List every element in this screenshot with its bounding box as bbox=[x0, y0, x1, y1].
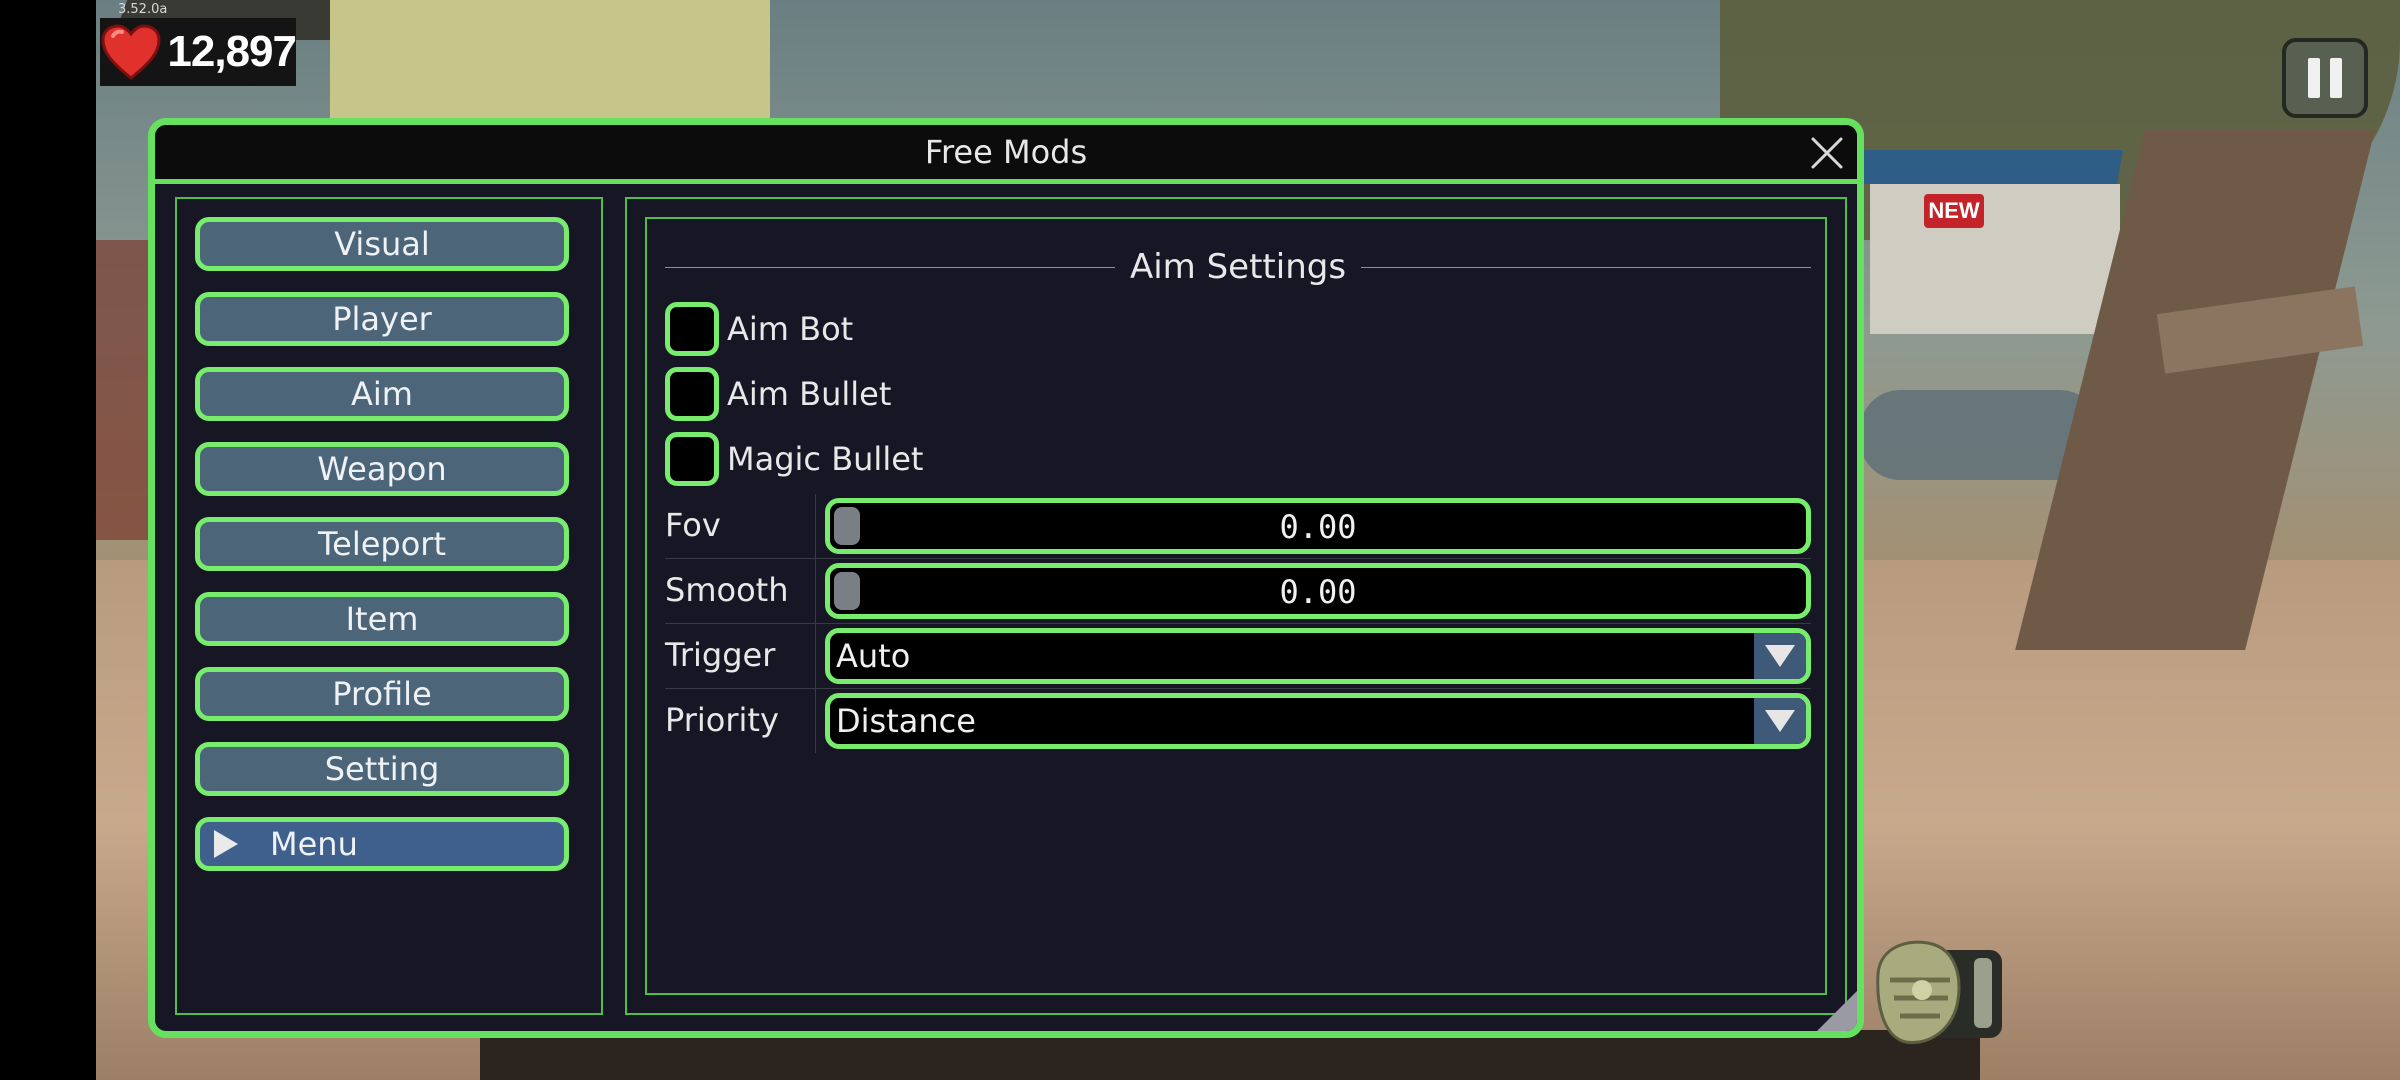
category-nav-panel: Visual Player Aim Weapon Teleport Item P… bbox=[175, 197, 603, 1015]
screen-edge-bar bbox=[0, 0, 96, 1080]
nav-button-visual[interactable]: Visual bbox=[195, 217, 569, 271]
nav-button-aim[interactable]: Aim bbox=[195, 367, 569, 421]
scene-tent bbox=[1857, 150, 2123, 184]
magic-bullet-checkbox[interactable] bbox=[665, 432, 719, 486]
priority-value: Distance bbox=[836, 702, 976, 740]
nav-button-menu[interactable]: Menu bbox=[195, 817, 569, 871]
health-value: 12,897 bbox=[167, 27, 297, 76]
trigger-label: Trigger bbox=[665, 636, 776, 674]
window-title: Free Mods bbox=[924, 133, 1088, 171]
dropdown-arrow-icon[interactable] bbox=[1754, 698, 1806, 744]
scene-building bbox=[1870, 184, 2120, 334]
section-header: Aim Settings bbox=[665, 247, 1811, 287]
dropdown-triangle bbox=[1765, 645, 1795, 667]
aim-bot-checkbox[interactable] bbox=[665, 302, 719, 356]
smooth-value: 0.00 bbox=[1279, 573, 1357, 611]
trigger-row: Trigger Auto bbox=[665, 624, 1811, 689]
nav-button-profile[interactable]: Profile bbox=[195, 667, 569, 721]
magic-bullet-toggle[interactable]: Magic Bullet bbox=[665, 430, 923, 488]
nav-button-item[interactable]: Item bbox=[195, 592, 569, 646]
priority-dropdown[interactable]: Distance bbox=[825, 693, 1811, 749]
aim-bot-label: Aim Bot bbox=[727, 310, 854, 348]
magic-bullet-label: Magic Bullet bbox=[727, 440, 924, 478]
row-divider bbox=[815, 494, 816, 558]
aim-settings-group: Aim Settings Aim Bot Aim Bullet Magic Bu… bbox=[645, 217, 1827, 995]
fov-value: 0.00 bbox=[1279, 508, 1357, 546]
fov-slider[interactable]: 0.00 bbox=[825, 498, 1811, 554]
nav-button-setting[interactable]: Setting bbox=[195, 742, 569, 796]
aim-bullet-toggle[interactable]: Aim Bullet bbox=[665, 365, 891, 423]
smooth-slider[interactable]: 0.00 bbox=[825, 563, 1811, 619]
trigger-value: Auto bbox=[836, 637, 911, 675]
play-arrow-icon bbox=[214, 830, 238, 858]
section-title: Aim Settings bbox=[1117, 247, 1359, 287]
row-divider bbox=[815, 624, 816, 688]
mod-menu-window: Free Mods Visual Player Aim Weapon Telep… bbox=[148, 118, 1864, 1038]
row-divider bbox=[815, 559, 816, 623]
pause-icon bbox=[2308, 58, 2320, 98]
scene-object bbox=[96, 240, 156, 540]
nav-button-weapon[interactable]: Weapon bbox=[195, 442, 569, 496]
aim-bot-toggle[interactable]: Aim Bot bbox=[665, 300, 853, 358]
priority-row: Priority Distance bbox=[665, 689, 1811, 753]
version-label: 3.52.0a bbox=[118, 2, 168, 17]
resize-grip-icon[interactable] bbox=[1817, 991, 1857, 1031]
window-titlebar[interactable]: Free Mods bbox=[155, 125, 1857, 184]
aim-bullet-checkbox[interactable] bbox=[665, 367, 719, 421]
close-icon[interactable] bbox=[1809, 135, 1845, 171]
fov-label: Fov bbox=[665, 506, 721, 544]
aim-bullet-label: Aim Bullet bbox=[727, 375, 892, 413]
row-divider bbox=[815, 689, 816, 753]
health-display: 12,897 bbox=[100, 18, 297, 86]
pause-button[interactable] bbox=[2282, 38, 2368, 118]
pause-icon-bar bbox=[2330, 58, 2342, 98]
smooth-label: Smooth bbox=[665, 571, 789, 609]
aim-settings-panel: Aim Settings Aim Bot Aim Bullet Magic Bu… bbox=[625, 197, 1847, 1015]
priority-label: Priority bbox=[665, 701, 779, 739]
dropdown-triangle bbox=[1765, 710, 1795, 732]
new-badge: NEW bbox=[1924, 194, 1984, 228]
smooth-row: Smooth 0.00 bbox=[665, 559, 1811, 624]
nav-button-teleport[interactable]: Teleport bbox=[195, 517, 569, 571]
section-title-wrap: Aim Settings bbox=[665, 247, 1811, 287]
heart-icon bbox=[100, 20, 161, 84]
backpack-icon[interactable] bbox=[1870, 934, 2020, 1054]
fov-row: Fov 0.00 bbox=[665, 494, 1811, 559]
dropdown-arrow-icon[interactable] bbox=[1754, 633, 1806, 679]
menu-label: Menu bbox=[270, 825, 358, 863]
trigger-dropdown[interactable]: Auto bbox=[825, 628, 1811, 684]
nav-button-player[interactable]: Player bbox=[195, 292, 569, 346]
